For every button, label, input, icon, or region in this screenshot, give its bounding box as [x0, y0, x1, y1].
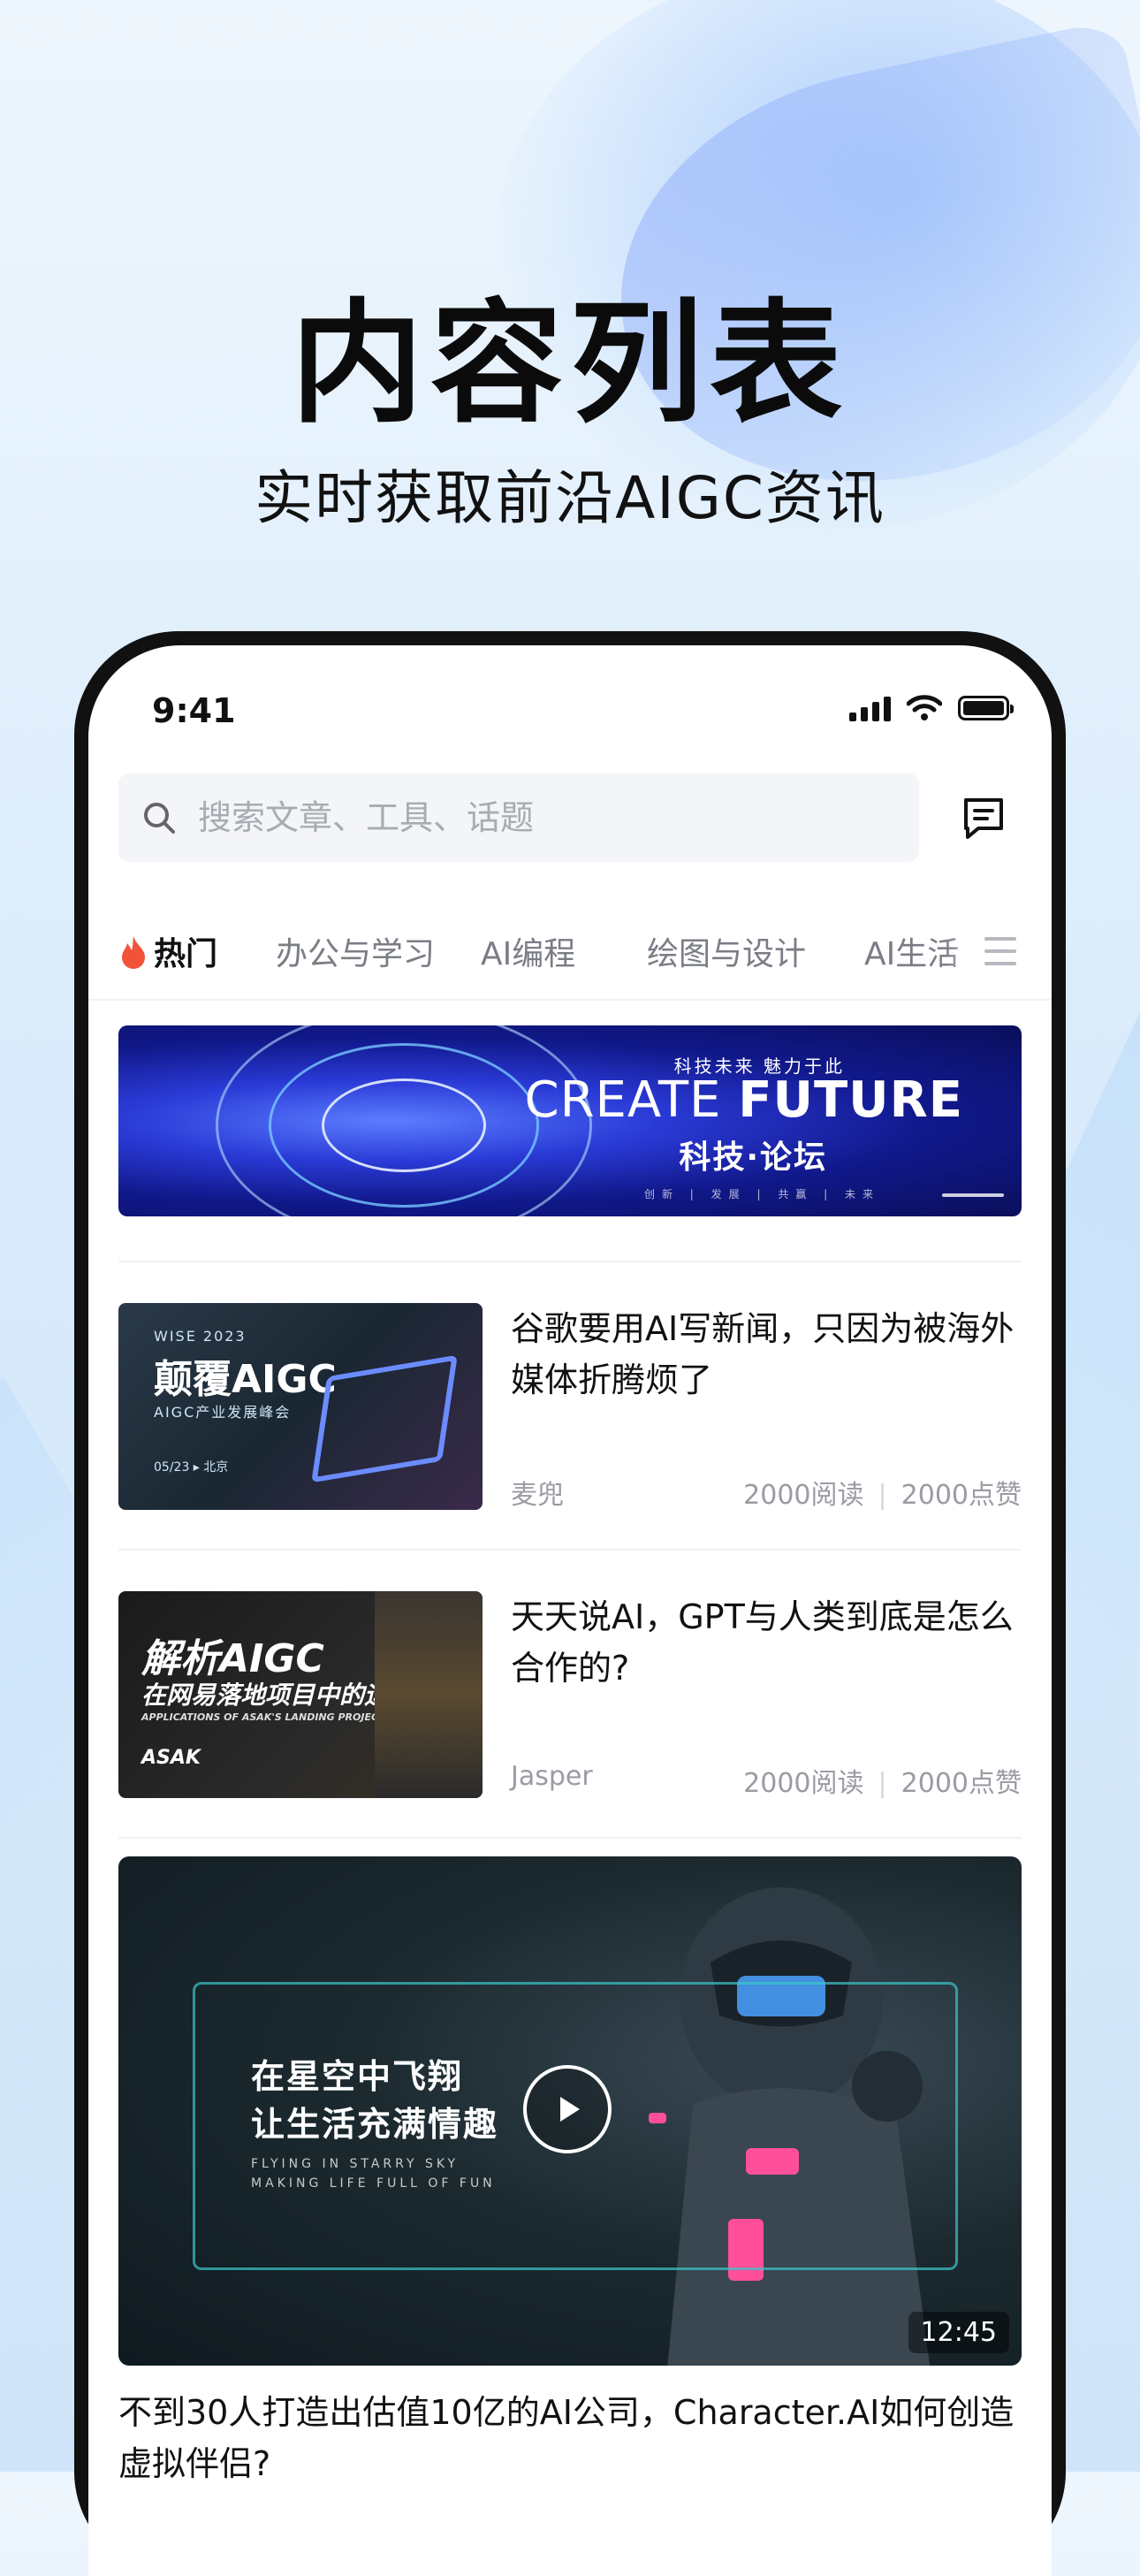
banner-headline: CREATE FUTURE	[524, 1071, 963, 1129]
tab-hot[interactable]: 热门	[118, 928, 217, 974]
flame-icon	[122, 936, 145, 969]
play-button[interactable]	[523, 2065, 612, 2153]
message-button[interactable]	[953, 787, 1015, 849]
video-overlay-text: 让生活充满情趣	[251, 2105, 499, 2144]
thumb-text: WISE 2023	[154, 1328, 247, 1345]
article-item[interactable]: 解析AIGC 在网易落地项目中的运用 APPLICATIONS OF ASAK'…	[118, 1591, 1023, 1799]
video-overlay-text: FLYING IN STARRY SKY	[251, 2157, 460, 2171]
search-input[interactable]	[196, 797, 818, 838]
article-title[interactable]: 天天说AI，GPT与人类到底是怎么合作的?	[511, 1591, 1023, 1694]
divider	[118, 1261, 1022, 1262]
search-icon	[144, 803, 175, 834]
play-icon	[560, 2097, 580, 2122]
divider	[118, 1837, 1022, 1839]
thumb-decoration	[375, 1591, 483, 1798]
video-card[interactable]: 在星空中飞翔 让生活充满情趣 FLYING IN STARRY SKY MAKI…	[118, 1856, 1022, 2366]
video-title[interactable]: 不到30人打造出估值10亿的AI公司，Character.AI如何创造虚拟伴侣?	[118, 2387, 1022, 2489]
article-stats: 2000阅读 | 2000点赞	[743, 1768, 1022, 1799]
wifi-icon	[907, 695, 942, 720]
category-tabs: 热门 办公与学习 AI编程 绘图与设计 AI生活	[88, 902, 1052, 1001]
search-bar[interactable]	[118, 774, 919, 862]
hero-subtitle: 实时获取前沿AIGC资讯	[255, 464, 885, 532]
video-duration: 12:45	[908, 2312, 1009, 2353]
tab-drawing-design[interactable]: 绘图与设计	[647, 928, 806, 974]
article-thumbnail: WISE 2023 颠覆AIGC AIGC产业发展峰会 05/23 ▸ 北京	[118, 1303, 483, 1510]
banner-subtitle: 科技·论坛	[679, 1139, 827, 1176]
status-time: 9:41	[152, 691, 236, 730]
banner-footer: 创新 | 发展 | 共赢 | 未来	[643, 1188, 880, 1200]
tab-ai-programming[interactable]: AI编程	[481, 928, 575, 974]
cellular-signal-icon	[849, 695, 891, 721]
phone-screen: 9:41 搜索文章、工具、话题 热门 办公与学习 AI编程 绘图与设计 AI生活…	[88, 645, 1052, 2576]
video-overlay-text: 在星空中飞翔	[251, 2057, 464, 2096]
divider	[118, 1549, 1022, 1551]
thumb-text: 解析AIGC	[141, 1636, 324, 1681]
message-icon	[964, 798, 1003, 839]
video-overlay-text: MAKING LIFE FULL OF FUN	[251, 2176, 496, 2191]
thumb-text: 颠覆AIGC	[154, 1357, 337, 1402]
carousel-indicator	[942, 1193, 1004, 1197]
hero-title: 内容列表	[290, 287, 849, 441]
article-title[interactable]: 谷歌要用AI写新闻，只因为被海外媒体折腾烦了	[511, 1303, 1023, 1406]
article-author: Jasper	[511, 1761, 593, 1792]
thumb-text: AIGC产业发展峰会	[154, 1404, 292, 1421]
thumb-logo: ASAK	[141, 1747, 201, 1769]
thumb-text: 05/23 ▸ 北京	[154, 1460, 229, 1475]
article-author: 麦兜	[511, 1480, 564, 1511]
promo-banner[interactable]: 科技未来 魅力于此 CREATE FUTURE 科技·论坛 创新 | 发展 | …	[118, 1025, 1022, 1216]
article-thumbnail: 解析AIGC 在网易落地项目中的运用 APPLICATIONS OF ASAK'…	[118, 1591, 483, 1798]
article-item[interactable]: WISE 2023 颠覆AIGC AIGC产业发展峰会 05/23 ▸ 北京 谷…	[118, 1303, 1023, 1511]
menu-icon[interactable]	[981, 934, 1020, 969]
phone-frame: 9:41 搜索文章、工具、话题 热门 办公与学习 AI编程 绘图与设计 AI生活…	[74, 631, 1066, 2576]
tab-office-learning[interactable]: 办公与学习	[276, 928, 435, 974]
tab-label: 热门	[154, 936, 218, 972]
article-stats: 2000阅读 | 2000点赞	[743, 1480, 1022, 1511]
thumb-text: 在网易落地项目中的运用	[141, 1680, 414, 1710]
battery-icon	[958, 696, 1014, 720]
status-icons	[849, 695, 1014, 721]
